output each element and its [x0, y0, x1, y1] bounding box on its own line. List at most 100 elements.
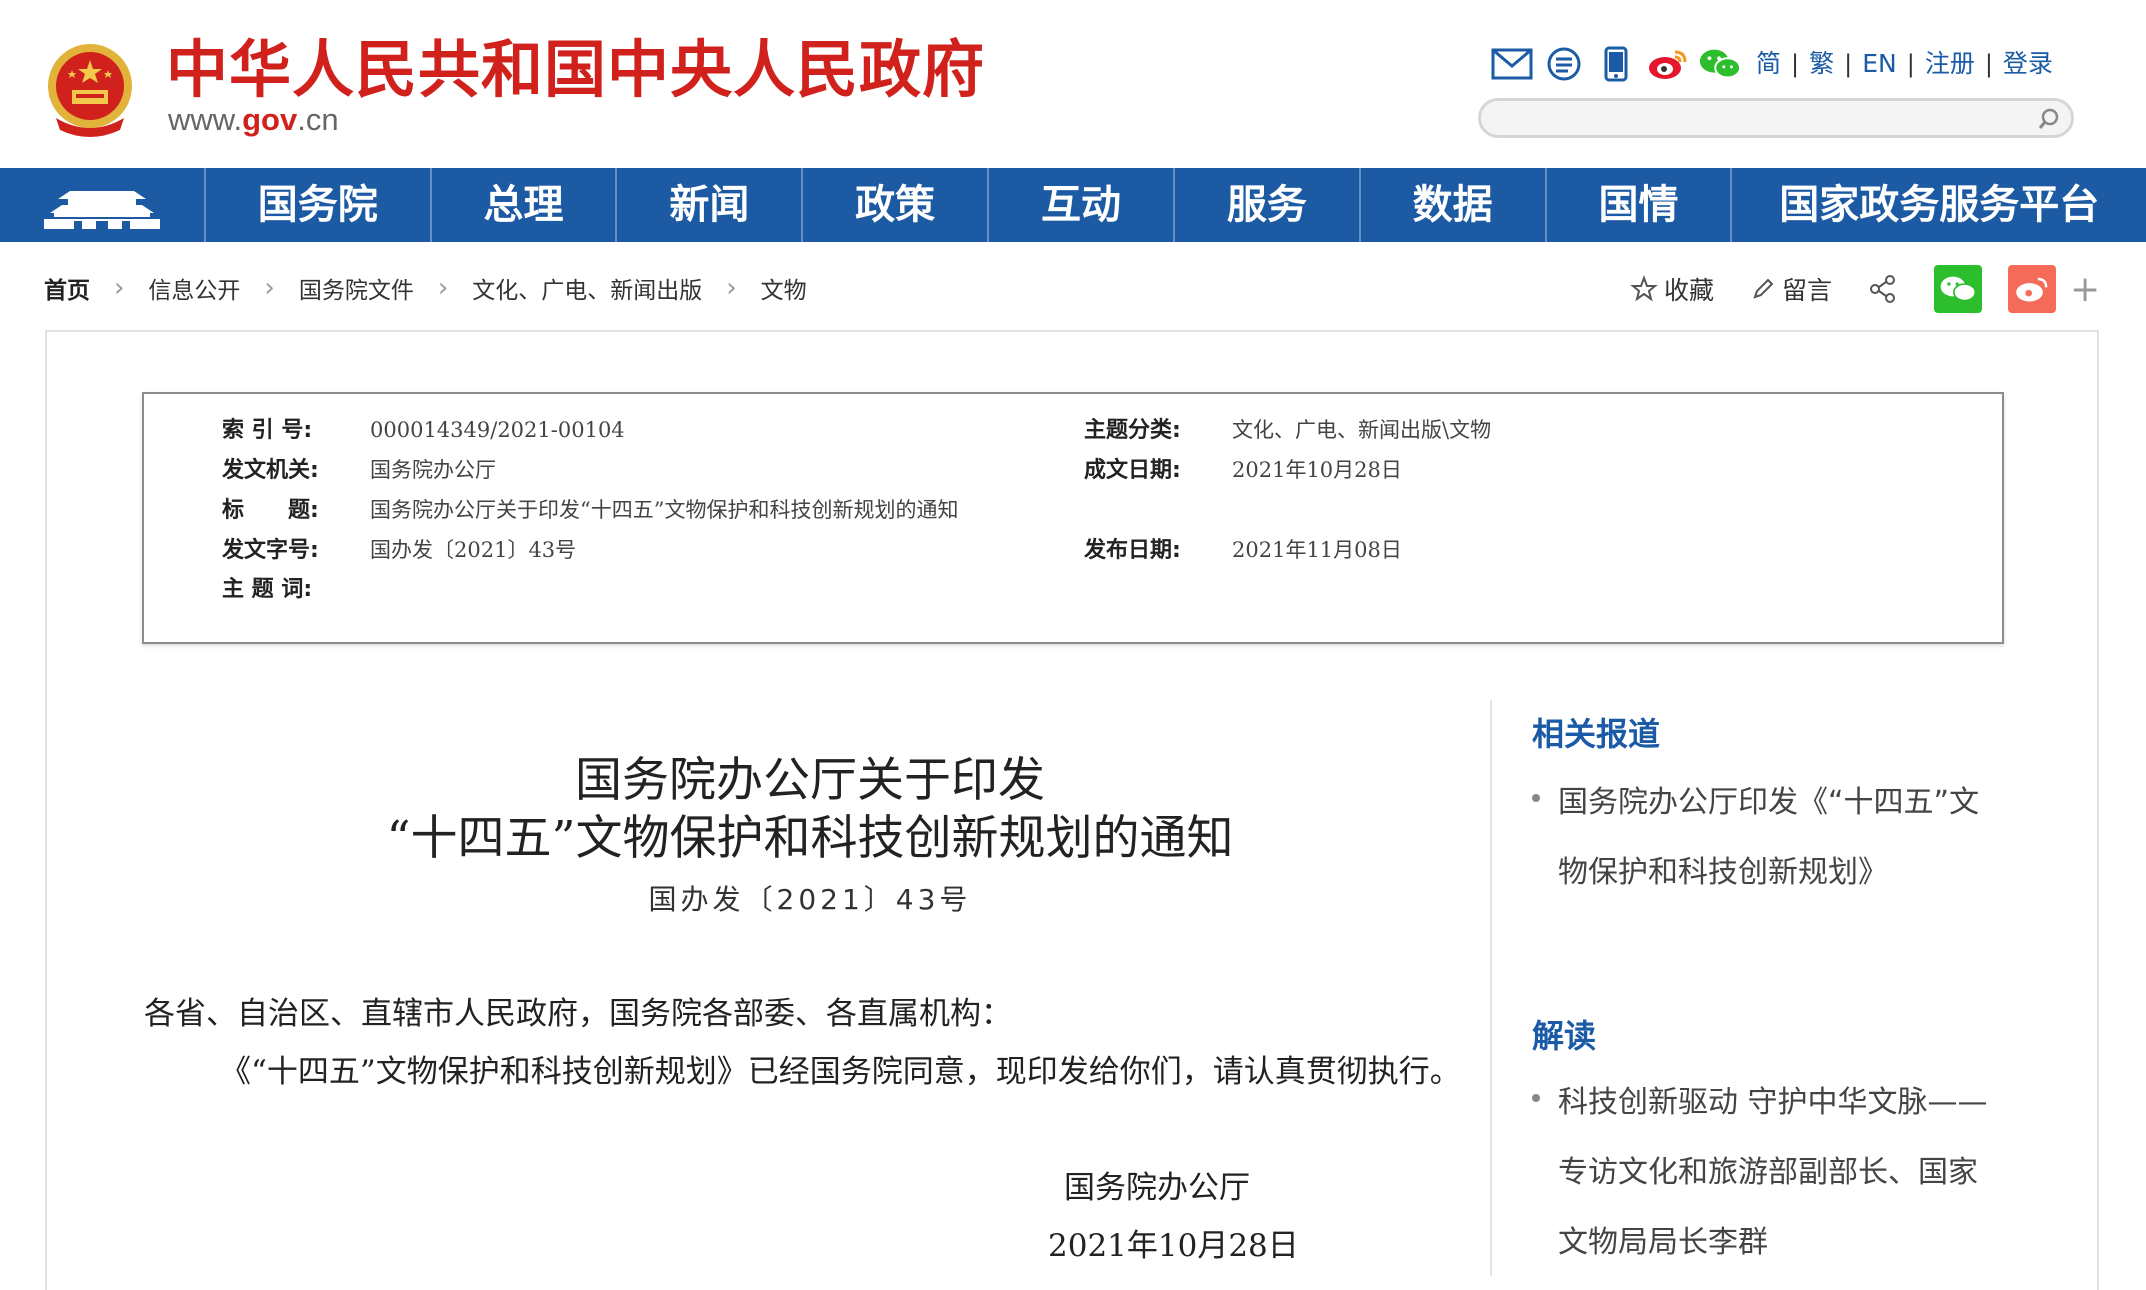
- meta-label: 主 题 词:: [222, 577, 313, 602]
- document-metadata-box: 索 引 号: 000014349/2021-00104 主题分类: 文化、广电、新闻…: [142, 392, 2004, 644]
- pencil-icon: [1753, 278, 1774, 299]
- bullet-icon: [1532, 794, 1540, 802]
- favorite-button[interactable]: 收藏: [1630, 271, 1714, 307]
- site-title[interactable]: 中华人民共和国中央人民政府: [166, 30, 985, 110]
- favorite-label: 收藏: [1664, 276, 1715, 305]
- nav-item-state-council[interactable]: 国务院: [206, 168, 432, 242]
- search-icon[interactable]: [2035, 105, 2063, 133]
- chevron-right-icon: ›: [437, 273, 449, 303]
- breadcrumb-culture-media[interactable]: 文化、广电、新闻出版: [472, 271, 702, 305]
- meta-label: 成文日期:: [1084, 458, 1181, 483]
- nav-item-news[interactable]: 新闻: [617, 168, 804, 242]
- lang-simplified-link[interactable]: 简: [1756, 42, 1781, 86]
- register-link[interactable]: 注册: [1925, 42, 1975, 86]
- toolbar-separator: |: [1906, 50, 1915, 78]
- lang-traditional-link[interactable]: 繁: [1809, 42, 1834, 86]
- meta-label: 索 引 号:: [222, 418, 313, 443]
- interpretation-link[interactable]: 科技创新驱动 守护中华文脉——专访文化和旅游部副部长、国家文物局局长李群: [1532, 1068, 1992, 1278]
- nav-item-policy[interactable]: 政策: [803, 168, 990, 242]
- more-share-button[interactable]: +: [2070, 269, 2100, 310]
- toolbar-separator: |: [1844, 50, 1853, 78]
- meta-doc-no-row: 发文字号: 国办发〔2021〕43号: [222, 532, 576, 568]
- national-emblem-icon[interactable]: [42, 40, 138, 140]
- interpretation-title: 解读: [1532, 1017, 1597, 1055]
- interpretation-text: 科技创新驱动 守护中华文脉——专访文化和旅游部副部长、国家文物局局长李群: [1558, 1085, 1988, 1260]
- nav-item-national-info[interactable]: 国情: [1547, 168, 1733, 242]
- related-reports-title: 相关报道: [1532, 715, 1661, 753]
- nav-item-data[interactable]: 数据: [1361, 168, 1547, 242]
- meta-category-row: 主题分类: 文化、广电、新闻出版\文物: [1084, 412, 1491, 448]
- related-report-text: 国务院办公厅印发《“十四五”文物保护和科技创新规划》: [1558, 785, 1980, 890]
- share-button[interactable]: [1868, 274, 1904, 304]
- weibo-icon[interactable]: [1646, 42, 1690, 86]
- header-toolbar: 简 | 繁 | EN | 注册 | 登录: [1490, 40, 2053, 88]
- search-box: [1478, 98, 2074, 138]
- related-report-link[interactable]: 国务院办公厅印发《“十四五”文物保护和科技创新规划》: [1532, 768, 1992, 908]
- meta-index-row: 索 引 号: 000014349/2021-00104: [222, 412, 625, 448]
- site-header: 中华人民共和国中央人民政府 www.gov.cn 简 | 繁 | EN | 注册…: [0, 0, 2146, 168]
- document-number: 国办发〔2021〕43号: [648, 883, 972, 916]
- weibo-icon: [2016, 277, 2048, 302]
- mail-icon[interactable]: [1490, 42, 1534, 86]
- article-title: 国务院办公厅关于印发 “十四五”文物保护和科技创新规划的通知: [146, 752, 1474, 868]
- wechat-icon: [1940, 276, 1977, 302]
- plus-icon: +: [2070, 268, 2101, 310]
- site-url-domain: gov: [242, 102, 298, 137]
- meta-label: 发文机关:: [222, 458, 319, 483]
- nav-item-premier[interactable]: 总理: [432, 168, 618, 242]
- wechat-icon[interactable]: [1698, 42, 1742, 86]
- nav-item-service[interactable]: 服务: [1175, 168, 1361, 242]
- article-title-line: “十四五”文物保护和科技创新规划的通知: [386, 811, 1234, 866]
- meta-label: 标 题:: [222, 498, 319, 523]
- share-icon: [1870, 275, 1896, 303]
- meta-keywords-row: 主 题 词:: [222, 572, 370, 608]
- site-url-prefix: www.: [168, 102, 243, 137]
- lang-english-link[interactable]: EN: [1862, 42, 1897, 86]
- article-title-line: 国务院办公厅关于印发: [575, 753, 1045, 808]
- article-paragraph: 《“十四五”文物保护和科技创新规划》已经国务院同意，现印发给你们，请认真贯彻执行…: [220, 1054, 1461, 1090]
- nav-item-service-platform[interactable]: 国家政务服务平台: [1732, 168, 2146, 242]
- toolbar-separator: |: [1791, 50, 1800, 78]
- meta-label: 发布日期:: [1084, 538, 1181, 563]
- chevron-right-icon: ›: [264, 273, 275, 303]
- meta-value: 国务院办公厅: [370, 458, 496, 482]
- chevron-right-icon: ›: [726, 273, 737, 303]
- meta-written-date-row: 成文日期: 2021年10月28日: [1084, 452, 1402, 488]
- star-icon: [1630, 275, 1658, 302]
- main-nav: 国务院 总理 新闻 政策 互动 服务 数据 国情 国家政务服务平台: [0, 168, 2146, 242]
- breadcrumb-state-council-docs[interactable]: 国务院文件: [299, 271, 414, 305]
- meta-value: 2021年11月08日: [1232, 538, 1402, 562]
- meta-issuer-row: 发文机关: 国务院办公厅: [222, 452, 496, 488]
- meta-title-row: 标 题: 国务院办公厅关于印发“十四五”文物保护和科技创新规划的通知: [222, 492, 958, 528]
- comment-button[interactable]: 留言: [1750, 271, 1832, 307]
- meta-value: 文化、广电、新闻出版\文物: [1232, 418, 1492, 442]
- mobile-icon[interactable]: [1594, 42, 1638, 86]
- meta-value: 国办发〔2021〕43号: [370, 538, 577, 562]
- message-icon[interactable]: [1542, 42, 1586, 86]
- share-wechat-button[interactable]: [1934, 265, 1983, 313]
- meta-publish-date-row: 发布日期: 2021年11月08日: [1084, 532, 1402, 568]
- sidebar-divider: [1490, 700, 1492, 1276]
- site-url-suffix: .cn: [297, 102, 339, 137]
- meta-value: 2021年10月28日: [1232, 458, 1402, 482]
- login-link[interactable]: 登录: [2003, 42, 2053, 86]
- site-url[interactable]: www.gov.cn: [168, 102, 339, 138]
- meta-value: 000014349/2021-00104: [370, 418, 625, 442]
- article-salutation: 各省、自治区、直辖市人民政府，国务院各部委、各直属机构：: [144, 996, 1012, 1032]
- breadcrumb: 首页 › 信息公开 › 国务院文件 › 文化、广电、新闻出版 › 文物: [44, 270, 807, 306]
- article-sign-date: 2021年10月28日: [1048, 1228, 1299, 1264]
- nav-item-interaction[interactable]: 互动: [989, 168, 1175, 242]
- tiananmen-icon[interactable]: [0, 168, 206, 242]
- page-actions: 收藏 留言 +: [1630, 262, 2100, 316]
- meta-label: 主题分类:: [1084, 418, 1181, 443]
- bullet-icon: [1532, 1094, 1540, 1102]
- breadcrumb-cultural-relics[interactable]: 文物: [761, 271, 807, 305]
- meta-label: 发文字号:: [222, 538, 319, 563]
- breadcrumb-info-disclosure[interactable]: 信息公开: [148, 271, 240, 305]
- search-input[interactable]: [1501, 105, 2005, 133]
- breadcrumb-home[interactable]: 首页: [44, 271, 90, 305]
- meta-value: 国务院办公厅关于印发“十四五”文物保护和科技创新规划的通知: [370, 498, 959, 522]
- comment-label: 留言: [1782, 276, 1833, 305]
- article-signer: 国务院办公厅: [1064, 1170, 1250, 1206]
- share-weibo-button[interactable]: [2008, 265, 2057, 313]
